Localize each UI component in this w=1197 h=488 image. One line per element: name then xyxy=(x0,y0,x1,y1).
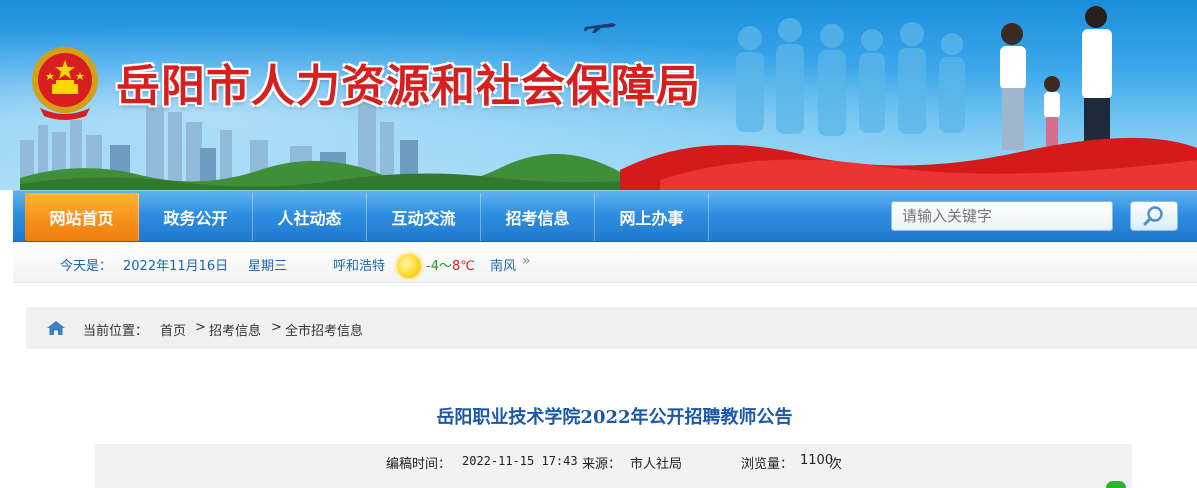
breadcrumb-separator: > xyxy=(195,320,206,335)
breadcrumb-recruitment[interactable]: 招考信息 xyxy=(209,320,261,339)
temp-low: -4 xyxy=(426,259,439,274)
current-date: 2022年11月16日 xyxy=(123,259,229,274)
current-weekday: 星期三 xyxy=(248,259,288,274)
breadcrumb: 当前位置： 首页 > 招考信息 > 全市招考信息 xyxy=(26,307,1197,349)
wind-direction: 南风 xyxy=(490,259,517,274)
source-value: 市人社局 xyxy=(630,457,683,472)
edit-time-label: 编稿时间： xyxy=(386,457,452,472)
nav-item-online-services[interactable]: 网上办事 xyxy=(595,193,709,241)
nav-item-government-affairs[interactable]: 政务公开 xyxy=(139,193,253,241)
wechat-share-icon[interactable] xyxy=(1106,481,1126,488)
breadcrumb-label: 当前位置： xyxy=(83,324,149,339)
article-meta: 编稿时间： 2022-11-15 17:43 来源： 市人社局 浏览量： 110… xyxy=(95,444,1132,488)
temp-unit: ℃ xyxy=(460,259,475,274)
breadcrumb-separator: > xyxy=(271,320,282,335)
magnifier-icon xyxy=(1143,206,1163,226)
weather-more-link[interactable]: » xyxy=(522,253,531,269)
views-unit: 次 xyxy=(829,457,843,472)
airplane-icon xyxy=(584,23,616,33)
temp-separator: ～ xyxy=(438,259,452,274)
date-weather-bar: 今天是： 2022年11月16日 星期三 呼和浩特 -4～8℃ 南风 » xyxy=(13,243,1197,283)
nav-item-recruitment[interactable]: 招考信息 xyxy=(481,193,595,241)
search-input[interactable] xyxy=(891,201,1113,231)
nav-item-home[interactable]: 网站首页 xyxy=(25,193,139,241)
breadcrumb-city-recruitment[interactable]: 全市招考信息 xyxy=(285,320,363,339)
header-banner: 岳阳市人力资源和社会保障局 xyxy=(0,0,1197,190)
views-label: 浏览量： xyxy=(741,457,794,472)
article-title: 岳阳职业技术学院2022年公开招聘教师公告 xyxy=(436,407,793,428)
site-title: 岳阳市人力资源和社会保障局 xyxy=(116,61,701,112)
home-icon xyxy=(47,321,65,335)
main-nav: 网站首页 政务公开 人社动态 互动交流 招考信息 网上办事 xyxy=(13,190,1197,242)
source-label: 来源： xyxy=(582,457,622,472)
search-button[interactable] xyxy=(1130,201,1178,231)
weather-city: 呼和浩特 xyxy=(333,259,386,274)
nav-item-interaction[interactable]: 互动交流 xyxy=(367,193,481,241)
breadcrumb-home[interactable]: 首页 xyxy=(160,320,186,339)
temperature: -4～8℃ xyxy=(426,255,475,274)
red-ribbon-decoration xyxy=(620,137,1197,190)
nav-item-hr-news[interactable]: 人社动态 xyxy=(253,193,367,241)
national-emblem-icon xyxy=(32,47,98,120)
sun-icon xyxy=(397,254,421,278)
edit-time-value: 2022-11-15 17:43 xyxy=(462,454,578,468)
today-label: 今天是： xyxy=(60,259,113,274)
